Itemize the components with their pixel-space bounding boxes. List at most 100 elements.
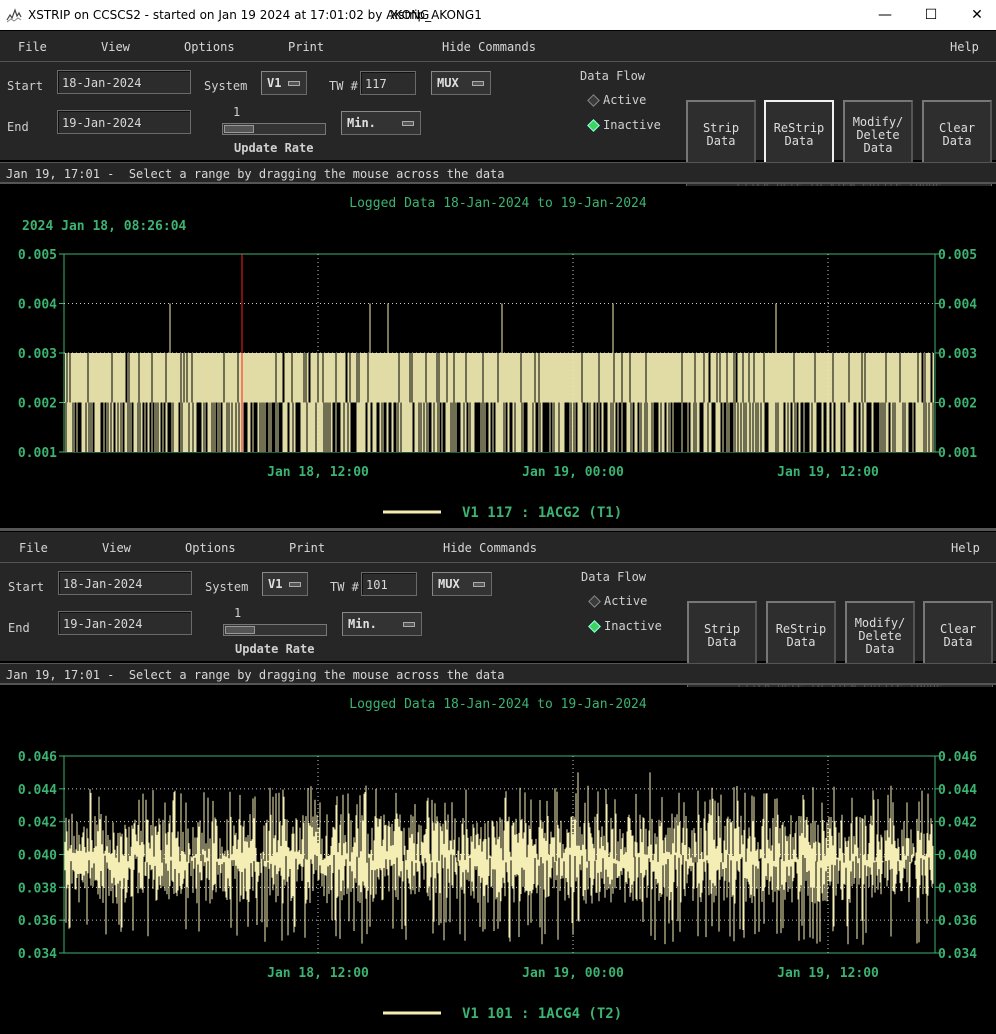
menu-options[interactable]: Options (185, 541, 236, 555)
end-date-field[interactable]: 19-Jan-2024 (57, 110, 191, 134)
option-menu-indicator-icon (403, 622, 415, 627)
tw-label: TW # (329, 79, 358, 93)
menu-options[interactable]: Options (184, 40, 235, 54)
option-menu-indicator-icon (473, 582, 485, 587)
y-tick-label-left: 0.002 (18, 397, 57, 412)
unit-select[interactable]: Min. (341, 111, 421, 135)
modify-delete-data-button[interactable]: Modify/ Delete Data (843, 100, 913, 170)
slider-knob[interactable] (225, 626, 255, 634)
menu-help[interactable]: Help (950, 40, 979, 54)
inactive-label: Inactive (603, 118, 661, 132)
y-tick-label-left: 0.044 (18, 783, 57, 798)
menu-bar: File View Options Print Hide Commands He… (0, 31, 996, 62)
y-tick-label-right: 0.040 (938, 849, 977, 864)
menu-file[interactable]: File (18, 40, 47, 54)
radio-diamond-icon (588, 595, 601, 608)
close-button[interactable]: ✕ (954, 0, 996, 30)
y-tick-label-left: 0.003 (18, 347, 57, 362)
x-tick-label: Jan 18, 12:00 (267, 465, 369, 480)
update-rate-label: Update Rate (234, 141, 314, 155)
y-tick-label-right: 0.038 (938, 881, 977, 896)
end-date-field[interactable]: 19-Jan-2024 (58, 611, 192, 635)
y-tick-label-right: 0.044 (938, 783, 977, 798)
y-tick-label-right: 0.042 (938, 816, 977, 831)
menu-print[interactable]: Print (289, 541, 325, 555)
legend-label: V1 117 : 1ACG2 (T1) (462, 505, 622, 521)
slider-knob[interactable] (224, 125, 254, 133)
y-tick-label-left: 0.034 (18, 947, 57, 962)
tw-number-field[interactable]: 101 (361, 572, 417, 596)
legend-label: V1 101 : 1ACG4 (T2) (462, 1006, 622, 1022)
chart-2-area[interactable]: Logged Data 18-Jan-2024 to 19-Jan-2024 0.… (0, 687, 996, 1030)
x-tick-label: Jan 19, 12:00 (777, 465, 879, 480)
status-line: Jan 19, 17:01 - Select a range by draggi… (0, 162, 996, 184)
clear-data-button[interactable]: Clear Data (923, 601, 993, 671)
command-area: Start 18-Jan-2024 End 19-Jan-2024 System… (0, 563, 996, 694)
tw-number-field[interactable]: 117 (360, 71, 416, 95)
chart-title: Logged Data 18-Jan-2024 to 19-Jan-2024 (349, 697, 647, 712)
radio-diamond-selected-icon (587, 119, 600, 132)
command-area: Start 18-Jan-2024 End 19-Jan-2024 System… (0, 62, 996, 193)
start-date-field[interactable]: 18-Jan-2024 (58, 571, 192, 595)
chart-2[interactable]: Logged Data 18-Jan-2024 to 19-Jan-2024 0.… (0, 687, 996, 1030)
tw-label: TW # (330, 580, 359, 594)
y-tick-label-right: 0.003 (938, 347, 977, 362)
menu-view[interactable]: View (102, 541, 131, 555)
strip-data-button[interactable]: Strip Data (687, 601, 757, 671)
menu-help[interactable]: Help (951, 541, 980, 555)
clear-data-button[interactable]: Clear Data (922, 100, 992, 170)
active-label: Active (603, 93, 647, 107)
modify-delete-data-button[interactable]: Modify/ Delete Data (845, 601, 915, 671)
y-tick-label-right: 0.001 (938, 446, 977, 461)
window-subtitle: Xstrip_AKONG1 (390, 8, 482, 22)
y-tick-label-left: 0.036 (18, 914, 57, 929)
minimize-button[interactable]: — (862, 0, 908, 30)
menu-hide-commands[interactable]: Hide Commands (443, 541, 537, 555)
strip-data-button[interactable]: Strip Data (686, 100, 756, 170)
end-label: End (8, 621, 30, 635)
start-label: Start (8, 580, 45, 594)
chart-title: Logged Data 18-Jan-2024 to 19-Jan-2024 (349, 196, 647, 211)
restrip-data-button[interactable]: ReStrip Data (766, 601, 836, 671)
panel-separator (0, 528, 996, 531)
start-date-field[interactable]: 18-Jan-2024 (57, 70, 191, 94)
chart-1[interactable]: Logged Data 18-Jan-2024 to 19-Jan-2024 0.… (0, 186, 996, 528)
unit-select[interactable]: Min. (342, 612, 422, 636)
system-select[interactable]: V1 (261, 71, 307, 95)
y-tick-label-right: 0.004 (938, 298, 977, 313)
menu-print[interactable]: Print (288, 40, 324, 54)
mux-select[interactable]: MUX (432, 572, 492, 596)
chart-1-area[interactable]: Logged Data 18-Jan-2024 to 19-Jan-2024 0.… (0, 186, 996, 528)
x-tick-label: Jan 19, 12:00 (777, 966, 879, 981)
x-tick-label: Jan 18, 12:00 (267, 966, 369, 981)
radio-diamond-icon (587, 94, 600, 107)
y-tick-label-left: 0.042 (18, 816, 57, 831)
data-flow-label: Data Flow (581, 570, 647, 584)
menu-file[interactable]: File (19, 541, 48, 555)
mux-select[interactable]: MUX (431, 71, 491, 95)
y-tick-label-left: 0.001 (18, 446, 57, 461)
menu-hide-commands[interactable]: Hide Commands (442, 40, 536, 54)
maximize-button[interactable]: ☐ (908, 0, 954, 30)
radio-diamond-selected-icon (588, 620, 601, 633)
strip-panel-2: File View Options Print Hide Commands He… (0, 532, 996, 694)
y-tick-label-left: 0.040 (18, 849, 57, 864)
y-tick-label-right: 0.034 (938, 947, 977, 962)
system-value: V1 (268, 577, 283, 591)
y-tick-label-left: 0.004 (18, 298, 57, 313)
mux-value: MUX (438, 577, 460, 591)
unit-value: Min. (348, 617, 377, 631)
strip-panel-1: File View Options Print Hide Commands He… (0, 31, 996, 193)
restrip-data-button[interactable]: ReStrip Data (764, 100, 834, 170)
start-label: Start (7, 79, 44, 93)
trace-path (64, 772, 934, 945)
window-titlebar: XSTRIP on CCSCS2 - started on Jan 19 202… (0, 0, 996, 30)
unit-value: Min. (347, 116, 376, 130)
update-rate-slider[interactable] (223, 624, 327, 636)
system-select[interactable]: V1 (262, 572, 308, 596)
option-menu-indicator-icon (472, 81, 484, 86)
active-label: Active (604, 594, 648, 608)
minimize-icon: — (878, 7, 892, 23)
update-rate-slider[interactable] (222, 123, 326, 135)
menu-view[interactable]: View (101, 40, 130, 54)
